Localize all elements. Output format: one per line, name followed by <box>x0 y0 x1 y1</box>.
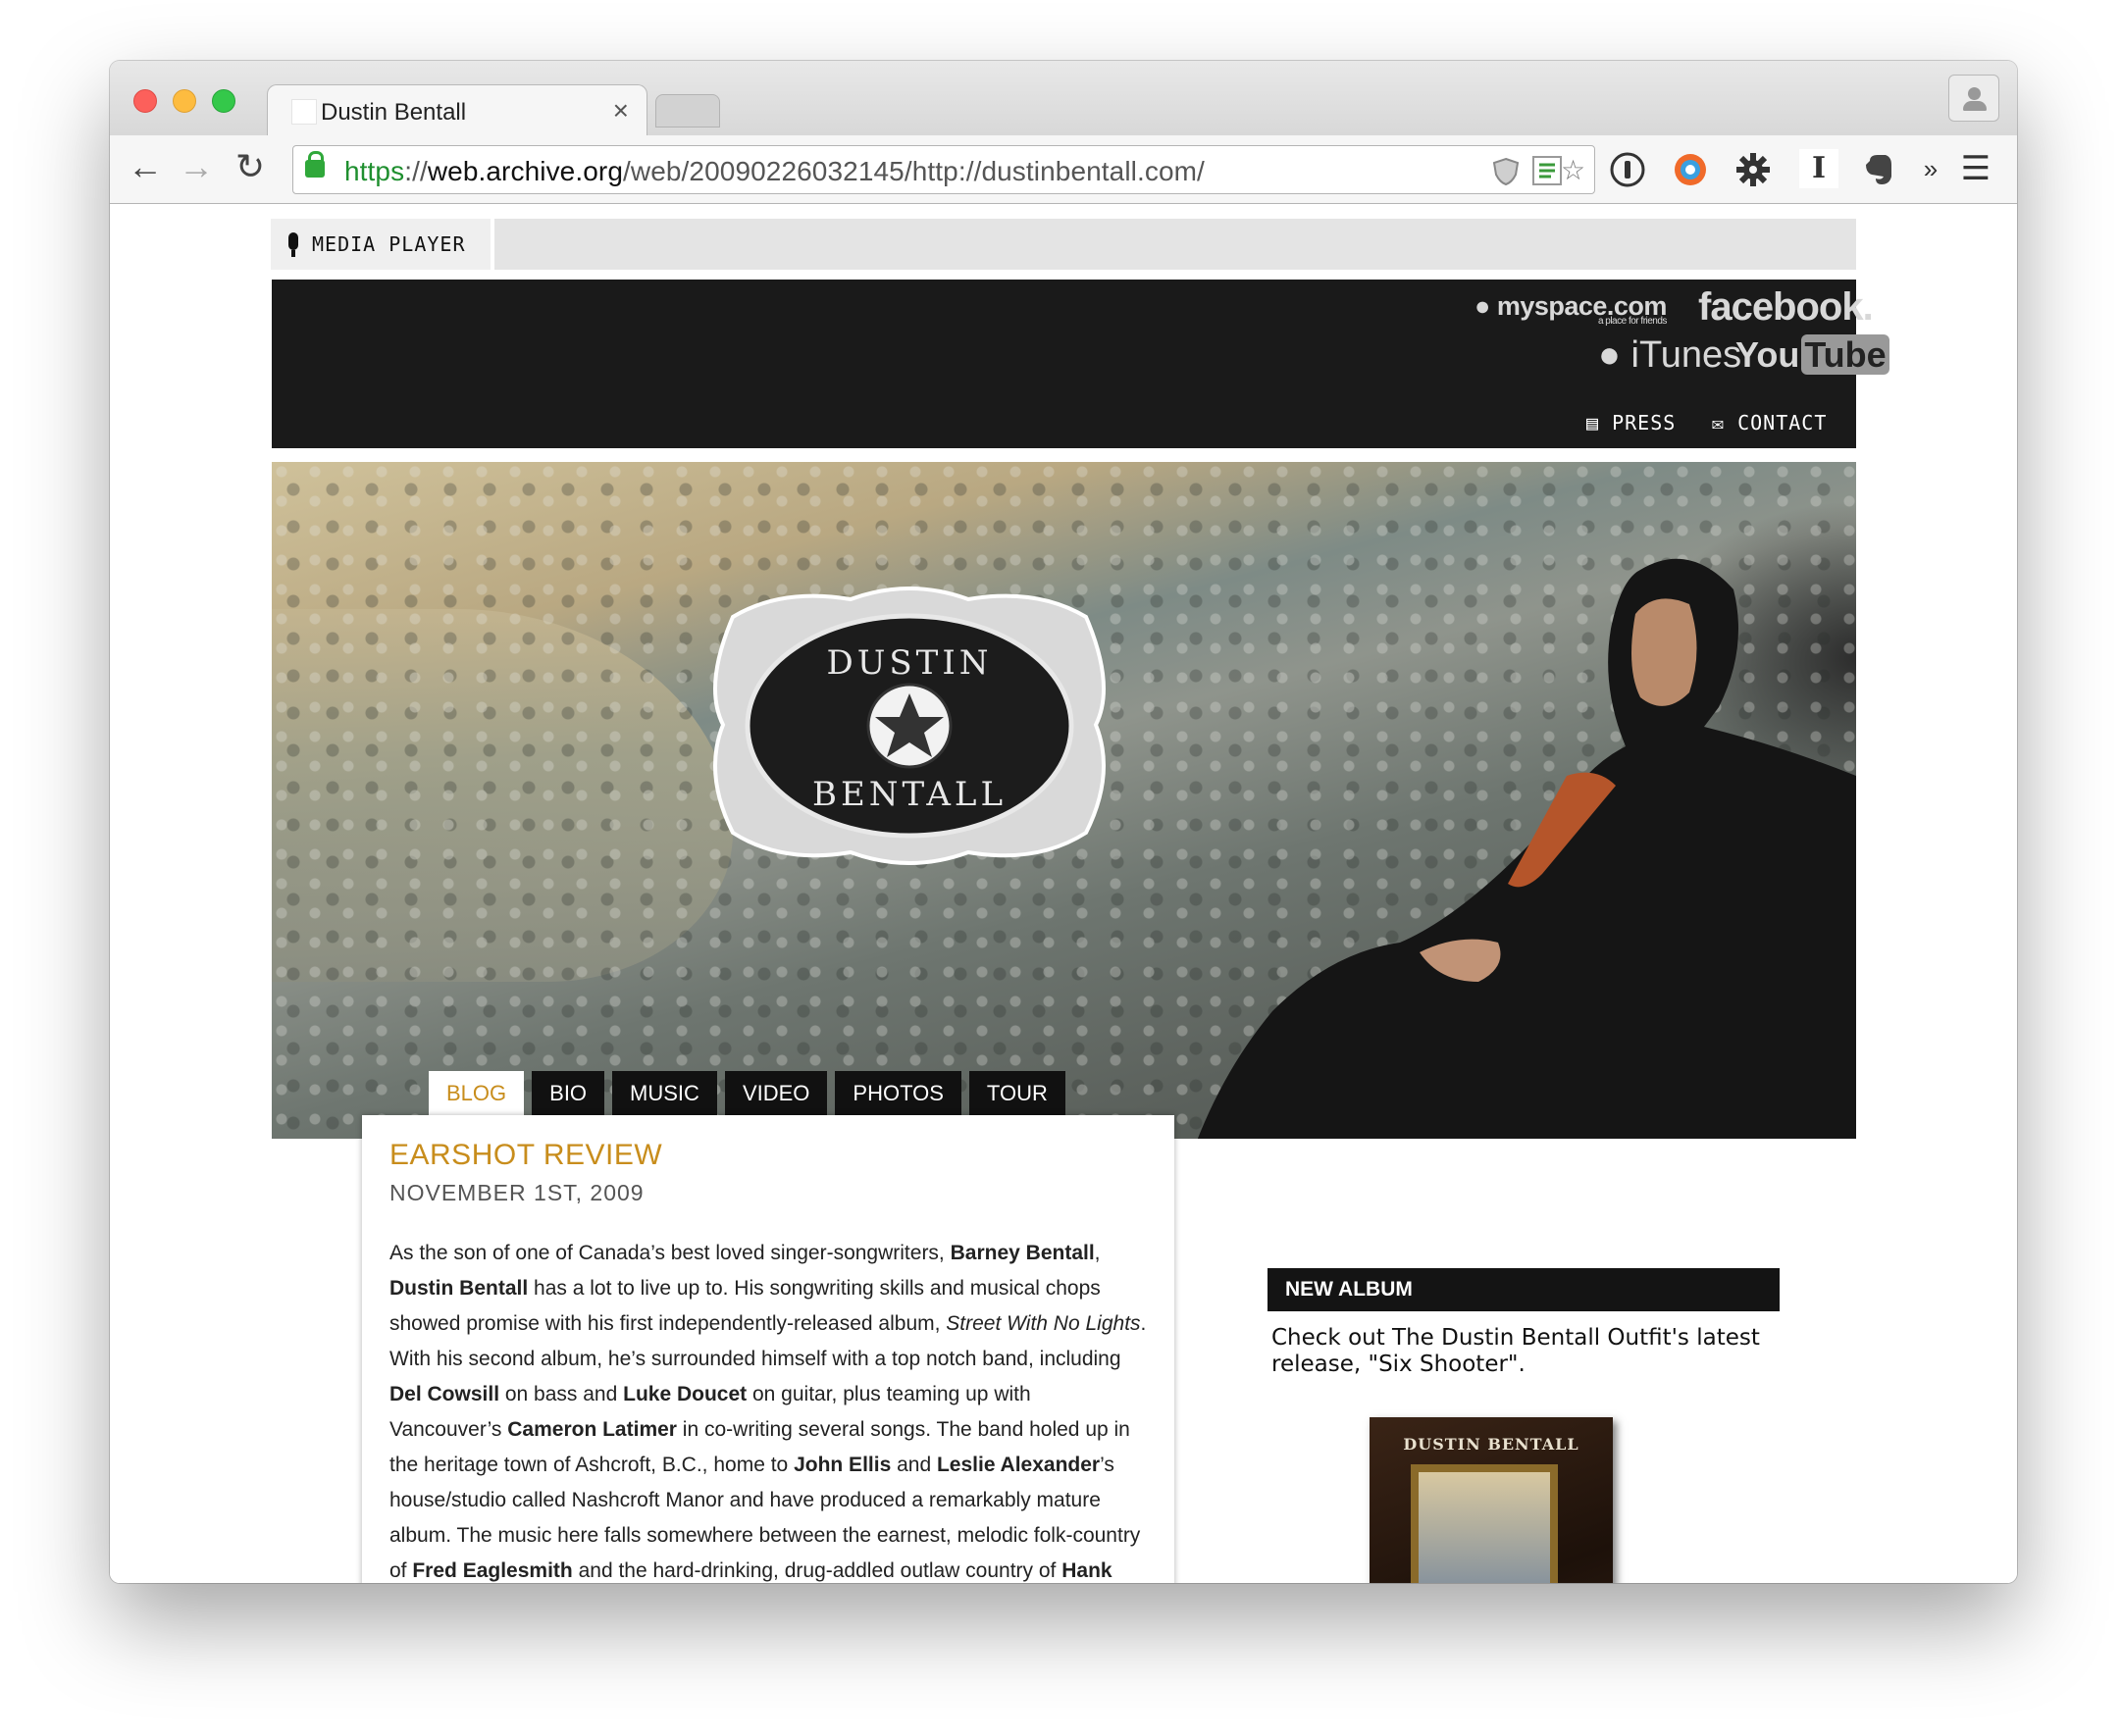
url-scheme: https <box>344 156 405 186</box>
post-body-bold: Fred Eaglesmith <box>412 1559 573 1582</box>
reader-icon[interactable] <box>1531 155 1563 186</box>
forward-button[interactable]: → <box>179 147 214 186</box>
post-body-bold: Barney Bentall <box>950 1242 1095 1264</box>
browser-window: Dustin Bentall × ← → ↻ https://web.archi… <box>110 61 2017 1583</box>
nav-tab-video[interactable]: VIDEO <box>724 1071 828 1116</box>
evernote-icon[interactable] <box>1860 151 1897 188</box>
media-bar: MEDIA PLAYER <box>271 219 1856 270</box>
album-cover-title: DUSTIN BENTALL <box>1403 1435 1579 1454</box>
myspace-icon: ● <box>1474 291 1490 321</box>
post-body-text: and <box>891 1454 937 1476</box>
colorpicker-icon[interactable] <box>1672 151 1709 188</box>
url-text[interactable]: https://web.archive.org/web/200902260321… <box>344 156 1205 187</box>
tab-strip: Dustin Bentall × <box>110 61 2017 137</box>
nav-tab-tour[interactable]: TOUR <box>968 1071 1065 1116</box>
tab-title: Dustin Bentall <box>321 99 467 126</box>
post-title[interactable]: EARSHOT REVIEW <box>389 1139 1147 1172</box>
media-player-label: MEDIA PLAYER <box>312 232 466 256</box>
nav-tab-music[interactable]: MUSIC <box>612 1071 717 1116</box>
contact-link[interactable]: ✉ CONTACT <box>1712 411 1827 434</box>
youtube-you: You <box>1735 334 1800 375</box>
document-icon: ▤ <box>1586 411 1600 434</box>
post-body-text: As the son of one of Canada’s best loved… <box>389 1242 951 1264</box>
apple-icon: ● <box>1598 334 1621 376</box>
post-body-bold: Luke Doucet <box>623 1383 748 1405</box>
gear-icon[interactable] <box>1734 151 1772 188</box>
post-body-bold: John Ellis <box>794 1454 892 1476</box>
post-body-bold: Dustin Bentall <box>389 1277 529 1300</box>
post-body: As the son of one of Canada’s best loved… <box>389 1236 1147 1583</box>
shield-icon[interactable] <box>1492 157 1520 186</box>
url-host: web.archive.org <box>427 156 623 186</box>
web-page: MEDIA PLAYER ● myspace.com a place for f… <box>110 205 2017 1583</box>
post-body-bold: Leslie Alexander <box>936 1454 1101 1476</box>
album-cover-image[interactable]: DUSTIN BENTALL <box>1370 1417 1613 1583</box>
post-body-bold: Cameron Latimer <box>507 1418 677 1441</box>
url-path: /web/20090226032145/http://dustinbentall… <box>623 156 1205 186</box>
bookmark-star-icon[interactable]: ☆ <box>1561 154 1585 186</box>
site-nav: BLOG BIO MUSIC VIDEO PHOTOS TOUR <box>429 1071 1073 1116</box>
facebook-link[interactable]: facebook. <box>1698 285 1874 330</box>
logo-bottom-text: BENTALL <box>812 775 1007 814</box>
address-bar[interactable]: https://web.archive.org/web/200902260321… <box>292 145 1595 194</box>
post-body-bold: Del Cowsill <box>389 1383 500 1405</box>
back-button[interactable]: ← <box>128 147 163 186</box>
reload-button[interactable]: ↻ <box>235 147 265 186</box>
person-icon <box>1968 87 1981 100</box>
onepassword-icon[interactable] <box>1609 151 1646 188</box>
press-link[interactable]: ▤ PRESS <box>1586 411 1676 434</box>
minimize-window-button[interactable] <box>173 89 196 113</box>
itunes-label: iTunes <box>1630 334 1742 376</box>
logo-belt-buckle: DUSTIN BENTALL <box>713 587 1106 865</box>
post-body-text: on bass and <box>499 1383 624 1405</box>
person-icon-body <box>1963 101 1987 111</box>
new-album-heading: NEW ALBUM <box>1267 1268 1780 1311</box>
profile-button[interactable] <box>1948 75 1999 122</box>
tab-close-icon[interactable]: × <box>613 95 629 127</box>
microphone-icon <box>288 232 298 257</box>
logo-top-text: DUSTIN <box>826 643 992 683</box>
new-album-text: Check out The Dustin Bentall Outfit's la… <box>1271 1325 1760 1377</box>
press-label: PRESS <box>1612 411 1677 434</box>
lock-icon <box>305 151 325 178</box>
post-body-text: and the hard-drinking, drug-addled outla… <box>572 1559 1062 1582</box>
post-date: NOVEMBER 1ST, 2009 <box>389 1180 645 1205</box>
nav-tab-bio[interactable]: BIO <box>532 1071 605 1116</box>
album-cover-art <box>1411 1464 1558 1583</box>
instapaper-icon[interactable]: I <box>1799 149 1838 188</box>
new-tab-button[interactable] <box>655 94 720 128</box>
contact-label: CONTACT <box>1737 411 1828 434</box>
close-window-button[interactable] <box>133 89 157 113</box>
hero-photo: DUSTIN BENTALL <box>272 462 1856 1139</box>
zoom-window-button[interactable] <box>212 89 235 113</box>
tab-dustin-bentall[interactable]: Dustin Bentall × <box>267 84 647 137</box>
menu-icon[interactable]: ☰ <box>1956 149 1995 188</box>
youtube-link[interactable]: You Tube <box>1735 334 1889 376</box>
post-body-text: , <box>1094 1242 1101 1264</box>
youtube-tube: Tube <box>1801 334 1889 375</box>
browser-toolbar: ← → ↻ https://web.archive.org/web/200902… <box>110 135 2017 204</box>
extensions-overflow-icon[interactable]: » <box>1911 149 1950 188</box>
site-header: ● myspace.com a place for friends facebo… <box>272 280 1889 448</box>
itunes-link[interactable]: ● iTunes <box>1598 334 1741 377</box>
favicon-icon <box>291 99 317 125</box>
nav-tab-photos[interactable]: PHOTOS <box>835 1071 961 1116</box>
nav-tab-blog[interactable]: BLOG <box>429 1071 525 1116</box>
myspace-link[interactable]: ● myspace.com a place for friends <box>1474 291 1667 327</box>
media-player-button[interactable]: MEDIA PLAYER <box>271 219 494 270</box>
post-body-italic: Street With No Lights <box>946 1312 1141 1335</box>
envelope-icon: ✉ <box>1712 411 1726 434</box>
url-separator: :// <box>404 156 428 186</box>
blog-post: EARSHOT REVIEW NOVEMBER 1ST, 2009 As the… <box>362 1115 1174 1583</box>
